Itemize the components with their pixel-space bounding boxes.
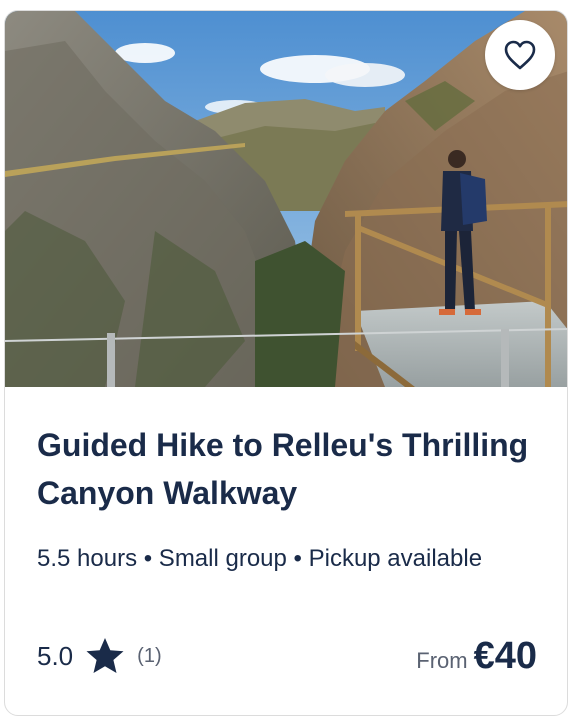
rating: 5.0 (1): [37, 637, 162, 675]
activity-card[interactable]: Guided Hike to Relleu's Thrilling Canyon…: [4, 10, 568, 716]
card-body: Guided Hike to Relleu's Thrilling Canyon…: [37, 421, 547, 579]
price: From €40: [416, 635, 537, 678]
canyon-photo-illustration: [5, 11, 567, 387]
price-from-label: From: [416, 647, 468, 673]
star-icon: [85, 637, 125, 675]
rating-value: 5.0: [37, 640, 74, 671]
card-footer: 5.0 (1) From €40: [37, 631, 537, 681]
activity-photo[interactable]: [5, 11, 567, 387]
price-amount: €40: [473, 634, 537, 677]
activity-title[interactable]: Guided Hike to Relleu's Thrilling Canyon…: [37, 421, 547, 517]
heart-icon: [504, 40, 536, 70]
favorite-button[interactable]: [485, 20, 555, 90]
review-count: (1): [137, 644, 162, 667]
activity-meta: 5.5 hours • Small group • Pickup availab…: [37, 545, 483, 572]
